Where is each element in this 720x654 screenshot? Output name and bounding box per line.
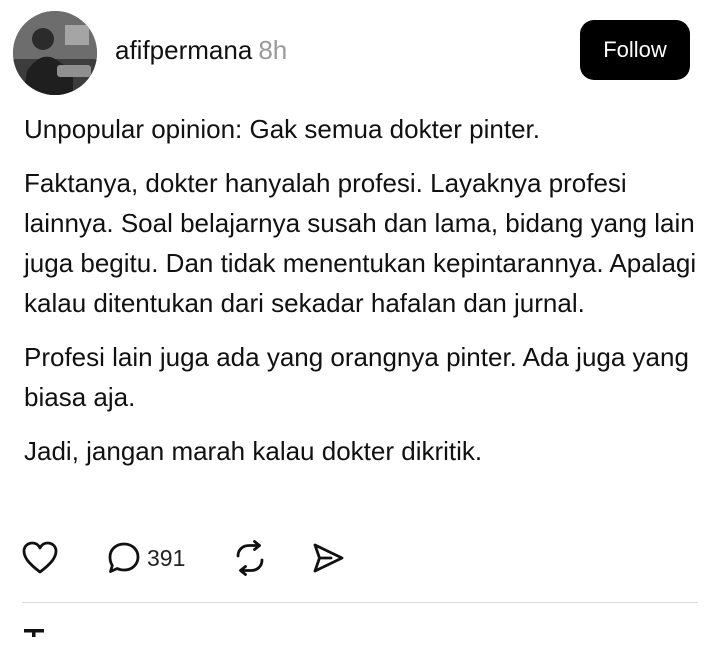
post-divider: [22, 602, 698, 603]
share-button[interactable]: [311, 541, 345, 575]
follow-button[interactable]: Follow: [580, 20, 690, 80]
reply-bubble-icon: [108, 542, 140, 573]
next-post-peek: [24, 624, 64, 654]
heart-icon: [22, 541, 58, 574]
avatar-photo: [13, 11, 97, 95]
post-actions: 391: [22, 538, 345, 578]
author-username[interactable]: afifpermana: [115, 35, 252, 65]
repost-icon: [236, 540, 264, 576]
post-paragraph: Profesi lain juga ada yang orangnya pint…: [24, 342, 689, 412]
reply-count: 391: [147, 544, 186, 571]
like-button[interactable]: [22, 541, 58, 575]
post-paragraph: Unpopular opinion: Gak semua dokter pint…: [24, 114, 540, 144]
next-post-text-fragment: [24, 629, 44, 637]
post-timestamp: 8h: [258, 35, 288, 65]
post-paragraph: Faktanya, dokter hanyalah profesi. Layak…: [24, 168, 697, 318]
post-header: afifpermana 8h: [115, 33, 287, 67]
author-avatar[interactable]: [13, 11, 97, 95]
send-icon: [313, 543, 344, 573]
reply-button[interactable]: 391: [107, 541, 185, 575]
post-paragraph: Jadi, jangan marah kalau dokter dikritik…: [24, 436, 483, 466]
repost-button[interactable]: [232, 540, 268, 576]
post-text: Unpopular opinion: Gak semua dokter pint…: [24, 109, 704, 485]
